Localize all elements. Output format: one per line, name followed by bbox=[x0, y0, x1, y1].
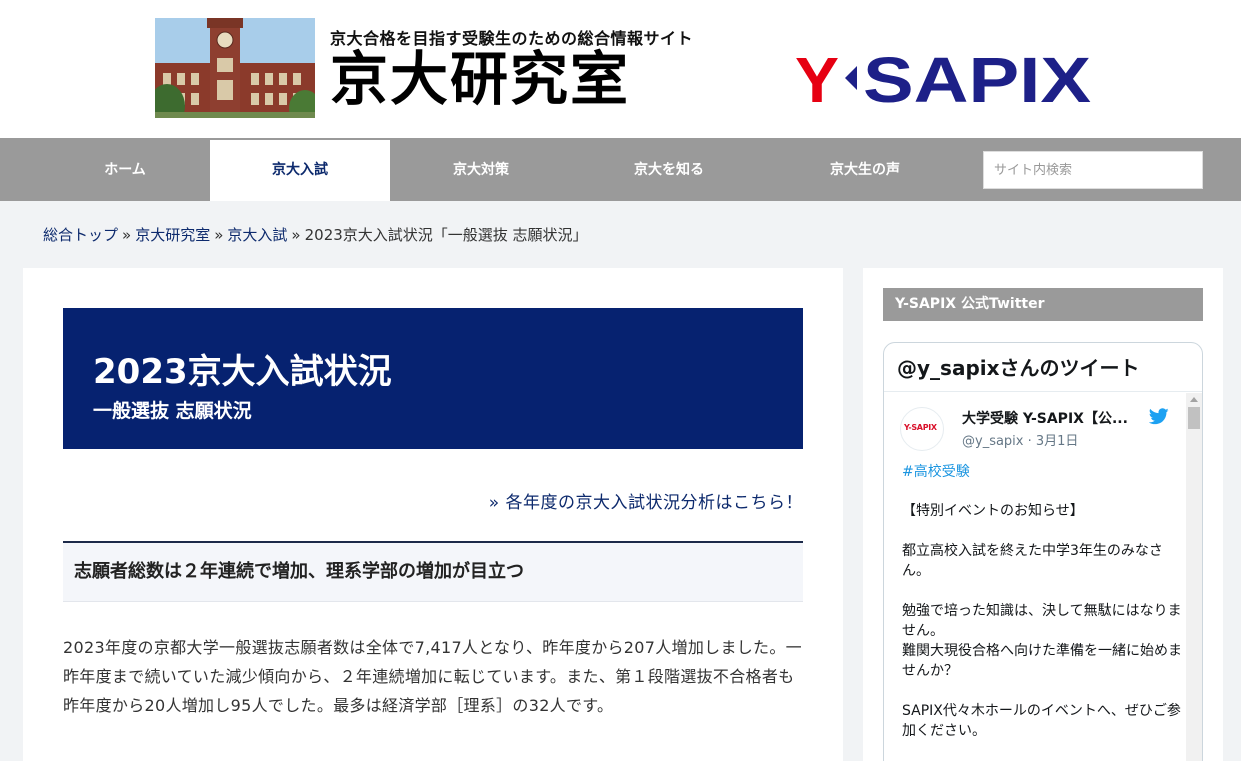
search-input[interactable] bbox=[983, 151, 1203, 189]
main-content: 2023京大入試状況 一般選抜 志願状況 » 各年度の京大入試状況分析はこちら！… bbox=[23, 268, 843, 761]
nav-item-kyodai-strategy[interactable]: 京大対策 bbox=[391, 140, 571, 201]
section-heading: 志願者総数は２年連続で増加、理系学部の増加が目立つ bbox=[63, 541, 803, 602]
site-title[interactable]: 京大研究室 bbox=[330, 46, 630, 112]
scroll-thumb[interactable] bbox=[1188, 407, 1200, 429]
tweet-author-name[interactable]: 大学受験 Y-SAPIX【公... bbox=[962, 408, 1128, 428]
breadcrumb-separator: » bbox=[214, 226, 224, 244]
breadcrumb: 総合トップ» 京大研究室» 京大入試» 2023京大入試状況「一般選抜 志願状況」 bbox=[43, 224, 588, 245]
main-nav: ホーム 京大入試 京大対策 京大を知る 京大生の声 bbox=[0, 138, 1241, 201]
breadcrumb-separator: » bbox=[122, 226, 132, 244]
breadcrumb-separator: » bbox=[291, 226, 301, 244]
clock-tower-image bbox=[155, 18, 315, 118]
tweet-body: 【特別イベントのお知らせ】 都立高校入試を終えた中学3年生のみなさん。 勉強で培… bbox=[902, 503, 1182, 739]
breadcrumb-link-lab[interactable]: 京大研究室 bbox=[135, 226, 210, 244]
twitter-bird-icon[interactable] bbox=[1149, 408, 1169, 425]
body-paragraph: 2023年度の京都大学一般選抜志願者数は全体で7,417人となり、昨年度から20… bbox=[63, 638, 802, 715]
banner-photo bbox=[155, 18, 315, 118]
yearly-analysis-link[interactable]: » 各年度の京大入試状況分析はこちら！ bbox=[489, 488, 803, 513]
nav-item-kyodai-exam[interactable]: 京大入試 bbox=[210, 140, 390, 201]
nav-item-home[interactable]: ホーム bbox=[35, 140, 215, 201]
nav-item-about-kyodai[interactable]: 京大を知る bbox=[579, 140, 759, 201]
twitter-timeline: @y_sapixさんのツイート Y-SAPIX 大学受験 Y-SAPIX【公..… bbox=[883, 342, 1203, 761]
svg-text:Y: Y bbox=[795, 50, 839, 106]
avatar[interactable]: Y-SAPIX bbox=[900, 407, 944, 451]
tweet-hashtag-link[interactable]: #高校受験 bbox=[902, 461, 970, 481]
timeline-scrollbar[interactable] bbox=[1186, 393, 1202, 761]
nav-item-student-voices[interactable]: 京大生の声 bbox=[775, 140, 955, 201]
scroll-up-icon[interactable] bbox=[1190, 397, 1198, 402]
sidebar: Y-SAPIX 公式Twitter @y_sapixさんのツイート Y-SAPI… bbox=[863, 268, 1223, 761]
title-block: 2023京大入試状況 一般選抜 志願状況 bbox=[63, 308, 803, 449]
breadcrumb-link-top[interactable]: 総合トップ bbox=[43, 226, 118, 244]
site-header: 京大合格を目指す受験生のための総合情報サイト 京大研究室 Y SAPIX bbox=[0, 0, 1241, 138]
tweet: Y-SAPIX 大学受験 Y-SAPIX【公... @y_sapix · 3月1… bbox=[884, 393, 1186, 761]
page-subtitle: 一般選抜 志願状況 bbox=[93, 400, 252, 422]
widget-title: Y-SAPIX 公式Twitter bbox=[883, 288, 1203, 321]
svg-text:SAPIX: SAPIX bbox=[863, 50, 1091, 106]
tweet-handle[interactable]: @y_sapix · 3月1日 bbox=[962, 430, 1078, 449]
ysapix-logo[interactable]: Y SAPIX bbox=[795, 50, 1095, 106]
timeline-header[interactable]: @y_sapixさんのツイート bbox=[884, 343, 1202, 392]
breadcrumb-link-exam[interactable]: 京大入試 bbox=[227, 226, 287, 244]
page-title: 2023京大入試状況 bbox=[93, 352, 392, 392]
avatar-text: Y-SAPIX bbox=[904, 423, 937, 432]
breadcrumb-current: 2023京大入試状況「一般選抜 志願状況」 bbox=[304, 226, 588, 244]
